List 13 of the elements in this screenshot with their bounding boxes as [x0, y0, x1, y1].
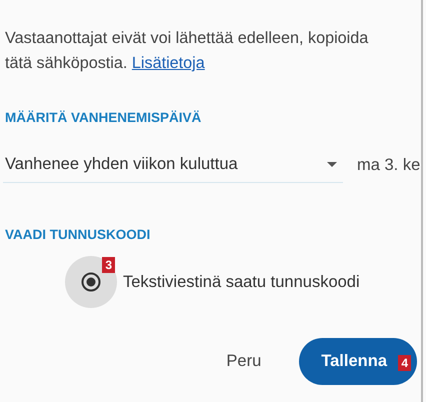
expiry-date: ma 3. ke: [357, 156, 420, 174]
section-heading: MÄÄRITÄ VANHENEMISPÄIVÄ: [4, 110, 202, 125]
annotation-badge: 3: [102, 257, 115, 273]
cancel-button[interactable]: Peru: [210, 342, 278, 381]
expiry-dropdown[interactable]: Vanhenee yhden viikon kuluttua: [3, 151, 343, 183]
learn-more-link[interactable]: Lisätietoja: [132, 54, 205, 72]
description-text: Vastaanottajat eivät voi lähettää edelleen, kopioida: [5, 28, 370, 49]
radio-button[interactable]: [80, 271, 102, 293]
annotation-badge: 4: [398, 355, 411, 371]
description-text: tätä sähköpostia.: [5, 54, 128, 72]
caret-icon: [327, 162, 337, 168]
section-heading: VAADI TUNNUSKOODI: [4, 227, 152, 242]
radio-label: Tekstiviestinä saatu tunnuskoodi: [123, 272, 360, 292]
